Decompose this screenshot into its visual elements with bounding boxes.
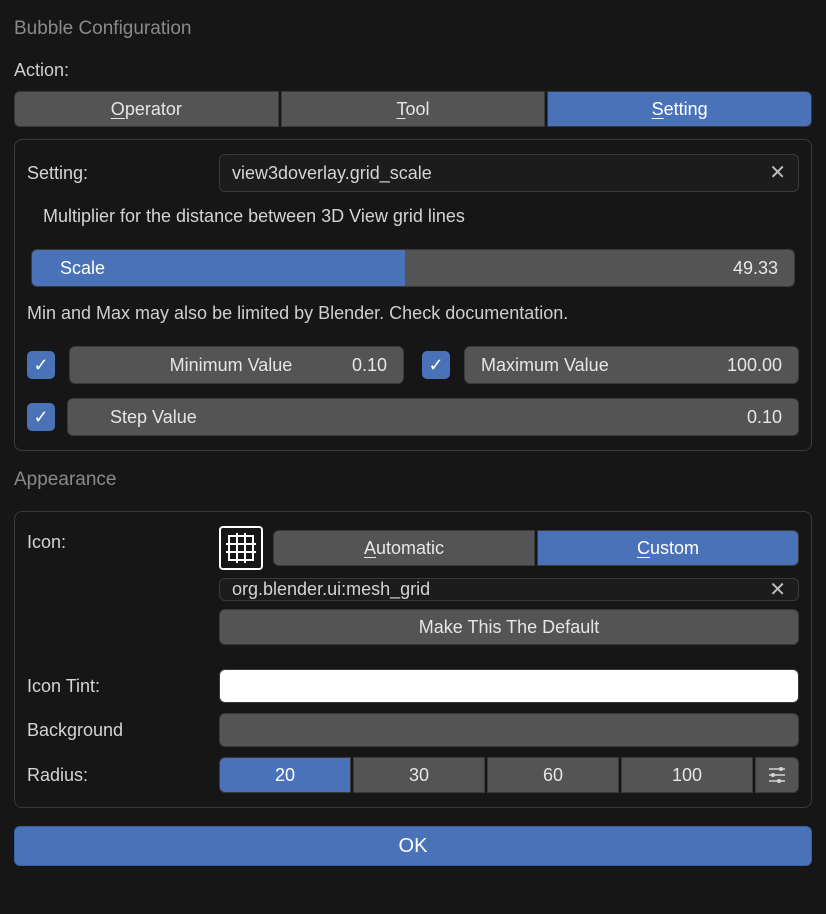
dialog-title: Bubble Configuration — [14, 18, 812, 40]
appearance-frame: Icon: — [14, 511, 812, 808]
setting-frame: Setting: view3doverlay.grid_scale ✕ Mult… — [14, 139, 812, 451]
background-swatch[interactable] — [219, 713, 799, 747]
tab-tool[interactable]: Tool — [281, 91, 546, 127]
setting-path-value: view3doverlay.grid_scale — [232, 163, 432, 184]
scale-slider-value: 49.33 — [733, 258, 794, 279]
background-label: Background — [27, 720, 207, 741]
sliders-icon — [767, 766, 787, 784]
clear-setting-icon[interactable]: ✕ — [769, 163, 786, 183]
radius-options: 20 30 60 100 — [219, 757, 799, 793]
radius-100[interactable]: 100 — [621, 757, 753, 793]
radius-20[interactable]: 20 — [219, 757, 351, 793]
min-label: Minimum Value — [170, 355, 293, 376]
appearance-title: Appearance — [14, 469, 812, 491]
icon-path-value: org.blender.ui:mesh_grid — [232, 579, 430, 600]
radius-60[interactable]: 60 — [487, 757, 619, 793]
action-tabs: Operator Tool Setting — [14, 91, 812, 127]
ok-button[interactable]: OK — [14, 826, 812, 866]
min-checkbox[interactable]: ✓ — [27, 351, 55, 379]
minmax-note: Min and Max may also be limited by Blend… — [27, 303, 799, 324]
tab-setting[interactable]: Setting — [547, 91, 812, 127]
scale-slider-label: Scale — [32, 258, 105, 279]
icon-tint-swatch[interactable] — [219, 669, 799, 703]
setting-description: Multiplier for the distance between 3D V… — [43, 206, 793, 227]
radius-30[interactable]: 30 — [353, 757, 485, 793]
min-value: 0.10 — [352, 355, 387, 376]
step-value: 0.10 — [747, 407, 782, 428]
clear-icon-path-icon[interactable]: ✕ — [769, 580, 786, 600]
icon-label: Icon: — [27, 526, 207, 553]
setting-field-label: Setting: — [27, 163, 207, 184]
grid-icon — [226, 533, 256, 563]
step-value-field[interactable]: Step Value 0.10 — [67, 398, 799, 436]
max-value-field[interactable]: Maximum Value 100.00 — [464, 346, 799, 384]
icon-preview — [219, 526, 263, 570]
tab-operator[interactable]: Operator — [14, 91, 279, 127]
step-checkbox[interactable]: ✓ — [27, 403, 55, 431]
setting-path-input[interactable]: view3doverlay.grid_scale ✕ — [219, 154, 799, 192]
icon-path-input[interactable]: org.blender.ui:mesh_grid ✕ — [219, 578, 799, 601]
radius-settings-button[interactable] — [755, 757, 799, 793]
icon-mode-custom[interactable]: Custom — [537, 530, 799, 566]
make-default-button[interactable]: Make This The Default — [219, 609, 799, 645]
scale-slider[interactable]: Scale 49.33 — [31, 249, 795, 287]
radius-label: Radius: — [27, 765, 207, 786]
min-value-field[interactable]: Minimum Value 0.10 — [69, 346, 404, 384]
icon-mode-automatic[interactable]: Automatic — [273, 530, 535, 566]
max-value: 100.00 — [727, 355, 782, 376]
max-label: Maximum Value — [481, 355, 609, 376]
max-checkbox[interactable]: ✓ — [422, 351, 450, 379]
tint-label: Icon Tint: — [27, 676, 207, 697]
step-label: Step Value — [110, 407, 197, 428]
action-label: Action: — [14, 60, 812, 81]
